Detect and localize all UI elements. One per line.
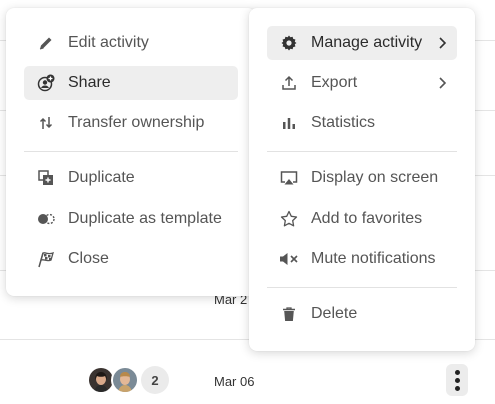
- template-icon: [36, 209, 56, 229]
- chevron-right-icon: [437, 76, 447, 95]
- participant-count-badge: 2: [141, 366, 169, 394]
- menu-item-label: Share: [68, 74, 111, 91]
- duplicate-icon: [36, 168, 56, 188]
- menu-item-share[interactable]: Share: [24, 66, 238, 100]
- pencil-icon: [36, 33, 56, 53]
- menu-item-edit-activity[interactable]: Edit activity: [24, 26, 238, 60]
- checkered-flag-icon: [36, 249, 56, 269]
- menu-item-label: Statistics: [311, 114, 376, 131]
- share-user-icon: [36, 73, 56, 93]
- airplay-icon: [279, 168, 299, 188]
- menu-item-label: Edit activity: [68, 34, 149, 51]
- menu-item-close[interactable]: Close: [24, 242, 238, 276]
- trash-icon: [279, 304, 299, 324]
- menu-item-label: Display on screen: [311, 169, 439, 186]
- menu-separator: [267, 287, 457, 288]
- menu-item-label: Duplicate as template: [68, 210, 222, 227]
- menu-item-label: Mute notifications: [311, 250, 436, 267]
- avatar: [111, 366, 139, 394]
- dot-icon: [454, 377, 460, 383]
- menu-item-transfer-ownership[interactable]: Transfer ownership: [24, 106, 238, 140]
- menu-item-mute-notifications[interactable]: Mute notifications: [267, 242, 457, 276]
- menu-item-label: Export: [311, 74, 358, 91]
- dot-icon: [454, 369, 460, 375]
- menu-item-label: Manage activity: [311, 34, 423, 51]
- chevron-right-icon: [437, 36, 447, 55]
- row-date: Mar 06: [214, 374, 255, 389]
- menu-separator: [267, 151, 457, 152]
- upload-icon: [279, 73, 299, 93]
- menu-item-duplicate[interactable]: Duplicate: [24, 161, 238, 195]
- transfer-arrows-icon: [36, 113, 56, 133]
- menu-item-manage-activity[interactable]: Manage activity: [267, 26, 457, 60]
- more-options-button[interactable]: [446, 364, 468, 396]
- menu-item-label: Close: [68, 250, 109, 267]
- activity-main-menu: Manage activity Export Statistics Displa…: [249, 8, 475, 351]
- menu-item-label: Transfer ownership: [68, 114, 205, 131]
- menu-item-label: Duplicate: [68, 169, 135, 186]
- menu-item-label: Delete: [311, 305, 358, 322]
- star-icon: [279, 209, 299, 229]
- menu-item-statistics[interactable]: Statistics: [267, 106, 457, 140]
- menu-item-export[interactable]: Export: [267, 66, 457, 100]
- gear-icon: [279, 33, 299, 53]
- menu-item-add-to-favorites[interactable]: Add to favorites: [267, 202, 457, 236]
- bar-chart-icon: [279, 113, 299, 133]
- menu-item-label: Add to favorites: [311, 210, 423, 227]
- activity-submenu: Edit activity Share Transfer ownership D…: [6, 8, 256, 296]
- menu-separator: [24, 151, 238, 152]
- mute-icon: [279, 249, 299, 269]
- participant-avatars[interactable]: 2: [87, 366, 169, 394]
- menu-item-duplicate-as-template[interactable]: Duplicate as template: [24, 202, 238, 236]
- menu-item-delete[interactable]: Delete: [267, 297, 457, 331]
- dot-icon: [454, 385, 460, 391]
- menu-item-display-on-screen[interactable]: Display on screen: [267, 161, 457, 195]
